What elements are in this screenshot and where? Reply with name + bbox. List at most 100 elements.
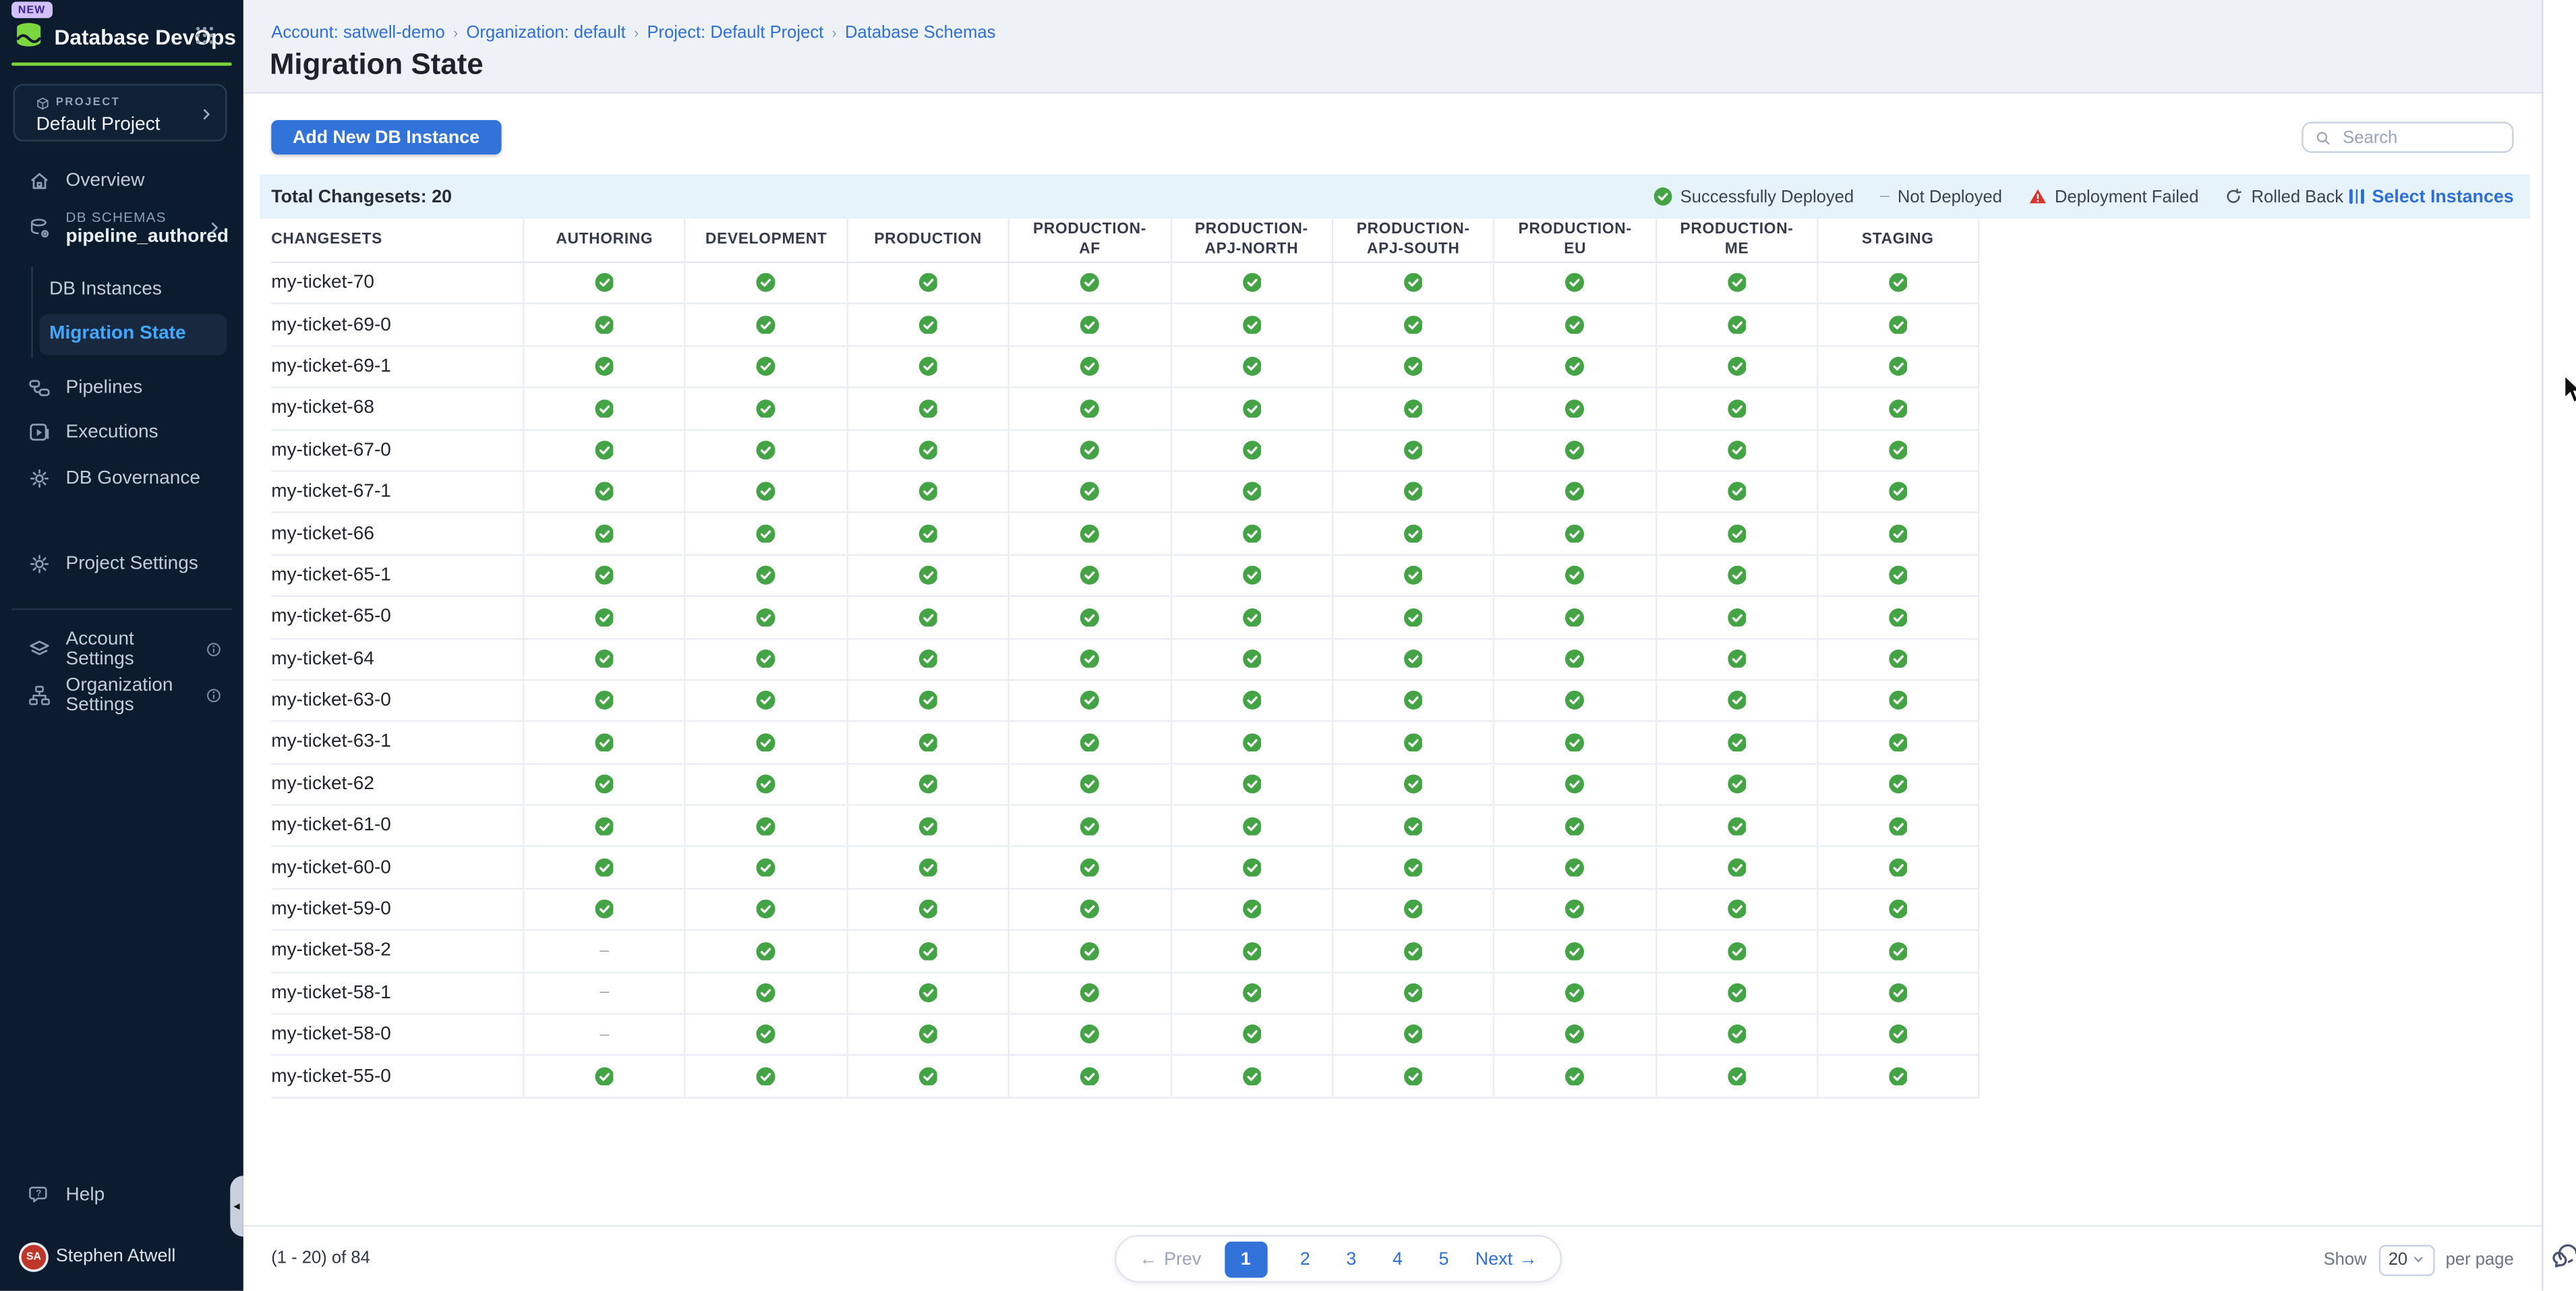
status-cell [684,263,846,305]
changeset-name-cell[interactable]: my-ticket-67-0 [271,430,523,472]
status-cell [846,848,1008,890]
status-cell [1170,1014,1332,1056]
status-cell [1494,973,1656,1014]
sidebar-collapse-handle[interactable]: ◀ [230,1176,243,1236]
deployed-check-icon [1404,650,1423,668]
sidebar-item-db-governance[interactable]: DB Governance [0,458,243,498]
deployed-check-icon [1404,942,1423,960]
next-page-button[interactable]: Next → [1475,1249,1538,1269]
deployed-check-icon [595,733,614,752]
sidebar-item-help[interactable]: ? Help [0,1176,243,1216]
status-cell [1170,764,1332,806]
page-number-1[interactable]: 1 [1225,1240,1267,1277]
deployed-check-icon [595,399,614,418]
changeset-name-cell[interactable]: my-ticket-68 [271,389,523,430]
changeset-name-cell[interactable]: my-ticket-64 [271,639,523,681]
prev-page-button[interactable]: ← Prev [1140,1249,1202,1269]
breadcrumb-link[interactable]: Database Schemas [845,23,995,42]
changeset-name-cell[interactable]: my-ticket-69-0 [271,305,523,347]
project-selector[interactable]: PROJECT Default Project [13,84,227,141]
status-cell [846,430,1008,472]
changeset-name-cell[interactable]: my-ticket-63-1 [271,722,523,764]
status-cell [1655,764,1817,806]
sidebar-item-organization-settings[interactable]: Organization Settings [0,675,243,715]
deployed-check-icon [1888,566,1907,585]
chevron-right-icon [199,107,214,121]
status-cell [1494,764,1656,806]
page-title: Migration State [270,48,484,82]
status-cell [1494,347,1656,389]
page-number-3[interactable]: 3 [1343,1249,1360,1269]
status-cell [1008,973,1170,1014]
status-cell [1170,848,1332,890]
changeset-name-cell[interactable]: my-ticket-69-1 [271,347,523,389]
deployed-check-icon [1888,858,1907,877]
changeset-name-cell[interactable]: my-ticket-66 [271,513,523,555]
search-input[interactable] [2339,126,2512,149]
changeset-name-cell[interactable]: my-ticket-60-0 [271,848,523,890]
changeset-name-cell[interactable]: my-ticket-65-0 [271,597,523,639]
changeset-name-cell[interactable]: my-ticket-63-0 [271,681,523,722]
status-cell [684,430,846,472]
changeset-name-cell[interactable]: my-ticket-58-1 [271,973,523,1014]
status-cell [1008,555,1170,597]
changeset-name-cell[interactable]: my-ticket-65-1 [271,555,523,597]
column-header: CHANGESETS [271,219,523,263]
deployed-check-icon [918,316,937,335]
changeset-name-cell[interactable]: my-ticket-55-0 [271,1056,523,1098]
sidebar-item-migration-state[interactable]: Migration State [40,314,227,355]
deployed-check-icon [1242,858,1261,877]
page-size-select[interactable]: 20 [2378,1244,2434,1275]
changeset-name-cell[interactable]: my-ticket-62 [271,764,523,806]
deployed-check-icon [1242,566,1261,585]
deployed-check-icon [1080,524,1099,543]
sidebar-item-pipelines[interactable]: Pipelines [0,368,243,408]
page-number-4[interactable]: 4 [1389,1249,1406,1269]
sidebar-item-db-schemas[interactable]: DB SCHEMAS pipeline_authored [0,204,243,253]
status-cell [1170,973,1332,1014]
status-cell [1170,806,1332,848]
deployed-check-icon [918,691,937,710]
changeset-name-cell[interactable]: my-ticket-67-1 [271,472,523,514]
page-number-2[interactable]: 2 [1297,1249,1314,1269]
breadcrumb-link[interactable]: Organization: default [467,23,626,42]
changeset-name-cell[interactable]: my-ticket-58-0 [271,1014,523,1056]
deployed-check-icon [1080,566,1099,585]
status-cell [1170,347,1332,389]
sidebar-item-account-settings[interactable]: Account Settings [0,630,243,670]
deployed-check-icon [1080,316,1099,335]
deployed-check-icon [595,650,614,668]
select-instances-label: Select Instances [2372,187,2514,206]
user-menu[interactable]: SA Stephen Atwell [0,1236,243,1276]
status-cell [1494,555,1656,597]
breadcrumb-link[interactable]: Project: Default Project [647,23,823,42]
sidebar-item-project-settings[interactable]: Project Settings [0,545,243,585]
add-db-instance-button[interactable]: Add New DB Instance [271,120,501,154]
column-header: PRODUCTION-AF [1008,219,1170,263]
deployed-check-icon [1566,1067,1585,1086]
deployed-check-icon [918,858,937,877]
breadcrumb-link[interactable]: Account: satwell-demo [271,23,445,42]
sidebar-item-executions[interactable]: Executions [0,413,243,453]
changeset-name-cell[interactable]: my-ticket-58-2 [271,931,523,973]
pager: ← Prev 1 2 3 4 5 Next → [1115,1235,1562,1283]
select-instances-button[interactable]: Select Instances [2350,187,2514,206]
status-cell [1332,764,1494,806]
sidebar-item-db-instances[interactable]: DB Instances [0,277,243,303]
sidebar-item-overview[interactable]: Overview [0,161,243,200]
status-cell [523,555,684,597]
status-cell [1170,389,1332,430]
app-switcher-icon[interactable] [196,26,214,45]
changeset-name-cell[interactable]: my-ticket-70 [271,263,523,305]
status-cell [1494,890,1656,931]
status-cell [523,597,684,639]
changeset-name-cell[interactable]: my-ticket-59-0 [271,890,523,931]
changeset-name-cell[interactable]: my-ticket-61-0 [271,806,523,848]
status-cell [1332,806,1494,848]
support-chat-icon[interactable] [2549,1242,2576,1273]
page-number-5[interactable]: 5 [1436,1249,1453,1269]
prev-label: Prev [1164,1249,1201,1269]
status-cell [1494,1056,1656,1098]
deployed-check-icon [918,440,937,459]
legend-label: Successfully Deployed [1680,187,1854,206]
